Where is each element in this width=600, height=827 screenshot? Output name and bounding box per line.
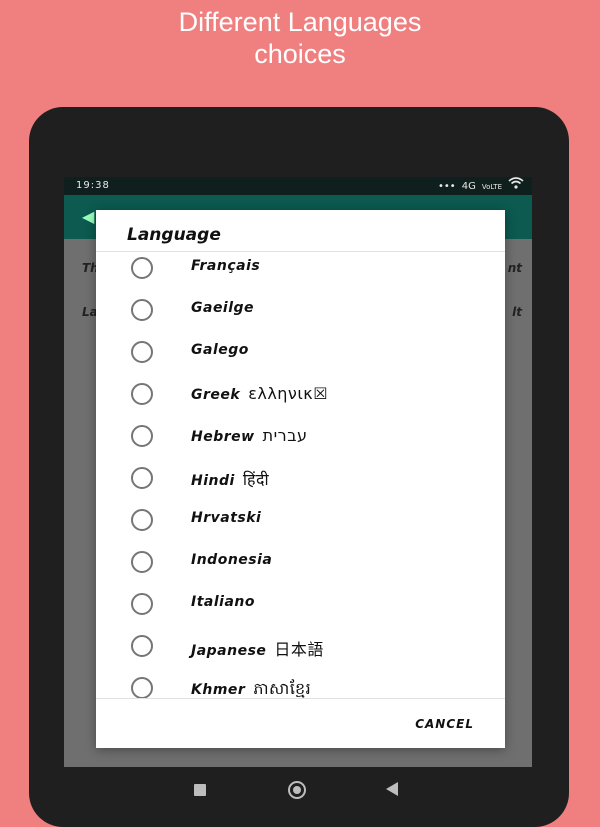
status-bar: 19:38 ••• 4G VoLTE xyxy=(64,177,532,195)
language-label: Gaeilge xyxy=(191,300,255,316)
settings-row-value: lt xyxy=(512,305,522,319)
language-option-indonesia[interactable]: Indonesia xyxy=(96,546,505,588)
headline-line1: Different Languages xyxy=(178,7,422,37)
radio-button[interactable] xyxy=(131,257,153,279)
language-label: Galego xyxy=(191,342,249,358)
native-name: עברית xyxy=(262,426,308,445)
language-label: Japanese 日本語 xyxy=(191,640,324,659)
language-list[interactable]: Français Gaeilge Galego Greek ελληνικ☒ He… xyxy=(96,252,505,698)
language-option-hebrew[interactable]: Hebrew עברית xyxy=(96,420,505,462)
language-label: Hebrew עברית xyxy=(191,426,308,445)
dialog-title: Language xyxy=(127,225,221,245)
nav-back-icon[interactable] xyxy=(386,782,398,796)
radio-button[interactable] xyxy=(131,383,153,405)
language-option-hrvatski[interactable]: Hrvatski xyxy=(96,504,505,546)
signal-label: 4G xyxy=(461,180,476,192)
status-icons: ••• 4G VoLTE xyxy=(438,177,524,196)
radio-button[interactable] xyxy=(131,551,153,573)
radio-button[interactable] xyxy=(131,677,153,698)
language-dialog: Language Français Gaeilge Galego Greek ελ… xyxy=(96,210,505,748)
language-label: Français xyxy=(191,258,261,274)
volte-label: VoLTE xyxy=(481,182,502,191)
native-name: हिंदी xyxy=(242,470,270,489)
radio-button[interactable] xyxy=(131,467,153,489)
wifi-icon xyxy=(508,177,524,196)
promo-headline: Different Languages choices xyxy=(0,6,600,70)
language-option-japanese[interactable]: Japanese 日本語 xyxy=(96,630,505,672)
language-label: Indonesia xyxy=(191,552,273,568)
language-label: Greek ελληνικ☒ xyxy=(191,384,329,403)
language-option-francais[interactable]: Français xyxy=(96,252,505,294)
language-option-khmer[interactable]: Khmer ភាសាខ្មែរ xyxy=(96,672,505,698)
radio-button[interactable] xyxy=(131,299,153,321)
language-label: Hindi हिंदी xyxy=(191,470,270,489)
settings-row-value: nt xyxy=(507,261,522,275)
native-name: 日本語 xyxy=(274,640,324,659)
native-name: ελληνικ☒ xyxy=(248,384,329,403)
back-arrow-icon[interactable]: ◀ xyxy=(82,207,94,226)
radio-button[interactable] xyxy=(131,509,153,531)
headline-line2: choices xyxy=(254,39,346,69)
language-option-gaeilge[interactable]: Gaeilge xyxy=(96,294,505,336)
dialog-divider-bottom xyxy=(96,698,505,699)
native-name: ភាសាខ្មែរ xyxy=(253,679,312,698)
radio-button[interactable] xyxy=(131,341,153,363)
recent-apps-icon[interactable] xyxy=(194,784,206,796)
language-option-italiano[interactable]: Italiano xyxy=(96,588,505,630)
radio-button[interactable] xyxy=(131,593,153,615)
language-option-hindi[interactable]: Hindi हिंदी xyxy=(96,462,505,504)
radio-button[interactable] xyxy=(131,635,153,657)
home-icon[interactable] xyxy=(288,781,306,799)
language-option-greek[interactable]: Greek ελληνικ☒ xyxy=(96,378,505,420)
navigation-bar xyxy=(64,767,532,817)
language-label: Italiano xyxy=(191,594,255,610)
dots-icon: ••• xyxy=(438,180,456,192)
cancel-button[interactable]: CANCEL xyxy=(415,717,474,731)
status-time: 19:38 xyxy=(76,180,110,191)
language-option-galego[interactable]: Galego xyxy=(96,336,505,378)
language-label: Khmer ភាសាខ្មែរ xyxy=(191,679,312,698)
radio-button[interactable] xyxy=(131,425,153,447)
language-label: Hrvatski xyxy=(191,510,262,526)
